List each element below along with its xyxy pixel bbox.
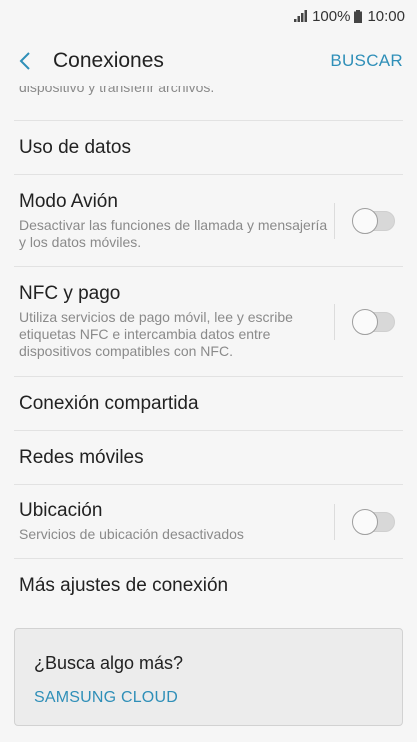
partial-row-desc: dispositivo y transferir archivos. [19, 86, 215, 95]
location-toggle[interactable] [352, 508, 395, 535]
row-label: Modo Avión [19, 190, 118, 212]
battery-percent: 100% [312, 7, 351, 25]
row-airplane-mode[interactable]: Modo Avión Desactivar las funciones de l… [14, 175, 403, 267]
divider [334, 303, 335, 340]
row-more-connection-settings[interactable]: Más ajustes de conexión [14, 559, 403, 613]
settings-list: dispositivo y transferir archivos. Uso d… [0, 86, 417, 613]
nfc-toggle[interactable] [352, 308, 395, 335]
row-label: Uso de datos [19, 136, 131, 158]
clock: 10:00 [367, 7, 405, 25]
divider [334, 202, 335, 239]
toggle-knob [352, 508, 378, 535]
back-arrow-icon [19, 52, 30, 70]
card-title: ¿Busca algo más? [34, 653, 184, 673]
row-label: Ubicación [19, 500, 103, 521]
suggestion-card: ¿Busca algo más? SAMSUNG CLOUD [14, 628, 403, 726]
row-nfc-payment[interactable]: NFC y pago Utiliza servicios de pago móv… [14, 267, 403, 377]
toggle-knob [352, 207, 378, 234]
samsung-cloud-link[interactable]: SAMSUNG CLOUD [34, 689, 178, 707]
row-label: Más ajustes de conexión [19, 575, 229, 596]
battery-icon [354, 9, 363, 23]
back-button[interactable] [0, 32, 50, 90]
row-label: Conexión compartida [19, 392, 199, 414]
row-location[interactable]: Ubicación Servicios de ubicación desacti… [14, 485, 403, 559]
search-button[interactable]: BUSCAR [330, 51, 403, 71]
status-bar: 100% 10:00 [0, 0, 417, 32]
row-desc: Desactivar las funciones de llamada y me… [19, 216, 328, 250]
row-label: NFC y pago [19, 283, 121, 304]
toggle-knob [352, 308, 378, 335]
airplane-mode-toggle[interactable] [352, 207, 395, 234]
row-desc: Servicios de ubicación desactivados [19, 526, 244, 542]
partial-row[interactable]: dispositivo y transferir archivos. [14, 86, 403, 121]
row-mobile-networks[interactable]: Redes móviles [14, 431, 403, 485]
app-bar: Conexiones BUSCAR [0, 32, 417, 90]
divider [334, 503, 335, 540]
row-desc: Utiliza servicios de pago móvil, lee y e… [19, 309, 293, 359]
row-label: Redes móviles [19, 446, 144, 468]
signal-icon [294, 10, 308, 22]
page-title: Conexiones [53, 49, 164, 72]
row-tethering[interactable]: Conexión compartida [14, 377, 403, 431]
row-data-usage[interactable]: Uso de datos [14, 121, 403, 175]
